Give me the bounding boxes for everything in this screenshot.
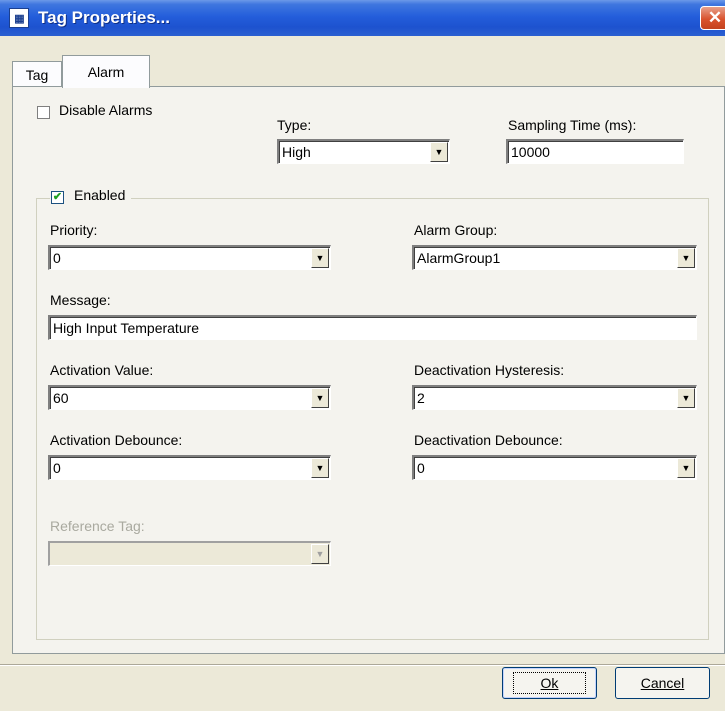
deactivation-hysteresis-label: Deactivation Hysteresis: <box>414 362 565 378</box>
disable-alarms-checkbox[interactable] <box>37 106 50 119</box>
close-icon: ✕ <box>707 8 723 27</box>
priority-value: 0 <box>53 250 61 266</box>
activation-value-label: Activation Value: <box>50 362 154 378</box>
activation-value-select[interactable]: 60 ▼ <box>48 385 331 410</box>
type-select[interactable]: High ▼ <box>277 139 450 164</box>
type-value: High <box>282 144 311 160</box>
enabled-checkbox[interactable]: ✔ <box>51 191 64 204</box>
footer-divider-highlight <box>0 665 725 666</box>
deactivation-hysteresis-value: 2 <box>417 390 425 406</box>
cancel-button[interactable]: Cancel <box>615 667 710 699</box>
priority-select[interactable]: 0 ▼ <box>48 245 331 270</box>
tab-tag-label: Tag <box>25 66 49 83</box>
chevron-down-icon[interactable]: ▼ <box>311 388 329 408</box>
app-icon: ▦ <box>9 8 29 28</box>
tab-alarm[interactable]: Alarm <box>62 55 150 88</box>
activation-debounce-select[interactable]: 0 ▼ <box>48 455 331 480</box>
deactivation-debounce-select[interactable]: 0 ▼ <box>412 455 697 480</box>
message-value: High Input Temperature <box>53 320 200 336</box>
priority-label: Priority: <box>50 222 98 238</box>
deactivation-hysteresis-select[interactable]: 2 ▼ <box>412 385 697 410</box>
reference-tag-select: ▼ <box>48 541 331 566</box>
tag-properties-dialog: ▦ Tag Properties... ✕ Tag Alarm Disable … <box>0 0 725 711</box>
activation-debounce-label: Activation Debounce: <box>50 432 183 448</box>
chevron-down-icon[interactable]: ▼ <box>430 142 448 162</box>
activation-value-value: 60 <box>53 390 69 406</box>
tab-alarm-label: Alarm <box>87 64 125 80</box>
disable-alarms-label: Disable Alarms <box>59 102 153 118</box>
chevron-down-icon[interactable]: ▼ <box>677 388 695 408</box>
sampling-time-value: 10000 <box>511 144 550 160</box>
checkmark-icon: ✔ <box>52 191 63 203</box>
message-label: Message: <box>50 292 111 308</box>
sampling-time-label: Sampling Time (ms): <box>508 117 637 133</box>
chevron-down-icon[interactable]: ▼ <box>311 248 329 268</box>
tab-tag[interactable]: Tag <box>12 61 62 87</box>
close-button[interactable]: ✕ <box>700 6 725 30</box>
message-input[interactable]: High Input Temperature <box>48 315 697 340</box>
chevron-down-icon[interactable]: ▼ <box>677 458 695 478</box>
enabled-label: Enabled <box>74 187 126 203</box>
chevron-down-icon: ▼ <box>311 544 329 564</box>
deactivation-debounce-value: 0 <box>417 460 425 476</box>
deactivation-debounce-label: Deactivation Debounce: <box>414 432 563 448</box>
alarm-group-label: Alarm Group: <box>414 222 498 238</box>
sampling-time-input[interactable]: 10000 <box>506 139 684 164</box>
alarm-group-value: AlarmGroup1 <box>417 250 501 266</box>
ok-label-text: Ok <box>540 675 559 691</box>
activation-debounce-value: 0 <box>53 460 61 476</box>
window-title: Tag Properties... <box>38 8 170 27</box>
ok-button[interactable]: Ok <box>502 667 597 699</box>
title-bar[interactable]: ▦ Tag Properties... ✕ <box>0 0 725 36</box>
ok-button-label: Ok <box>512 672 587 694</box>
cancel-button-label: Cancel <box>640 675 685 691</box>
enabled-group-legend: ✔ Enabled <box>50 185 132 209</box>
chevron-down-icon[interactable]: ▼ <box>677 248 695 268</box>
alarm-group-select[interactable]: AlarmGroup1 ▼ <box>412 245 697 270</box>
reference-tag-label: Reference Tag: <box>50 518 145 534</box>
type-label: Type: <box>277 117 312 133</box>
chevron-down-icon[interactable]: ▼ <box>311 458 329 478</box>
